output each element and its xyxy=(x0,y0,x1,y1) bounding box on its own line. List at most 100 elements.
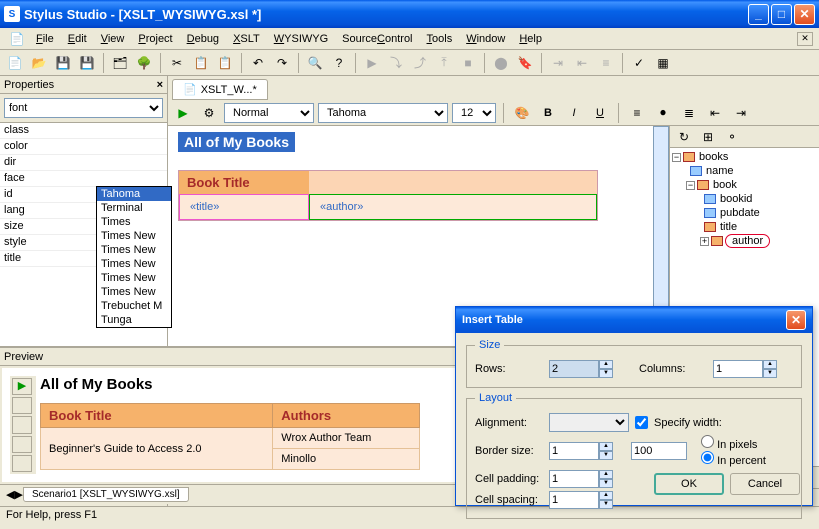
col-header-author[interactable] xyxy=(309,171,597,194)
app-menu-icon[interactable]: 📄 xyxy=(6,28,28,50)
cellspace-up[interactable]: ▲ xyxy=(599,491,613,500)
validate-icon[interactable]: ✓ xyxy=(628,52,650,74)
menu-sourcecontrol[interactable]: SourceControl xyxy=(336,31,418,47)
expand-book[interactable]: − xyxy=(686,181,695,190)
font-option[interactable]: Times New xyxy=(97,271,171,285)
font-option[interactable]: Times New xyxy=(97,243,171,257)
preview-scenario-tab[interactable]: Scenario1 [XSLT_WYSIWYG.xsl] xyxy=(23,487,189,502)
font-option[interactable]: Times New xyxy=(97,229,171,243)
prop-dir[interactable]: dir xyxy=(0,155,167,171)
template-field-author[interactable]: «author» xyxy=(309,194,597,220)
open-icon[interactable]: 📂 xyxy=(28,52,50,74)
project-icon[interactable]: 🗂 xyxy=(109,52,131,74)
indent2-icon[interactable]: ⇥ xyxy=(730,102,752,124)
tree-title[interactable]: title xyxy=(718,221,739,233)
tree-book[interactable]: book xyxy=(711,179,739,191)
tree-icon[interactable]: 🌳 xyxy=(133,52,155,74)
save-icon[interactable]: 💾 xyxy=(52,52,74,74)
break-icon[interactable]: ⬤ xyxy=(490,52,512,74)
find-icon[interactable]: 🔍 xyxy=(304,52,326,74)
pv-browser-icon[interactable] xyxy=(12,397,32,414)
stepover-icon[interactable]: ⤴ xyxy=(409,52,431,74)
bookmark-icon[interactable]: 🔖 xyxy=(514,52,536,74)
run-icon[interactable]: ▶ xyxy=(361,52,383,74)
stop-icon[interactable]: ■ xyxy=(457,52,479,74)
specify-width-checkbox[interactable] xyxy=(635,416,648,429)
border-up[interactable]: ▲ xyxy=(599,442,613,451)
cols-down[interactable]: ▼ xyxy=(763,369,777,378)
cancel-button[interactable]: Cancel xyxy=(730,473,800,495)
outdent-icon[interactable]: ⇤ xyxy=(571,52,593,74)
font-option[interactable]: Trebuchet M xyxy=(97,299,171,313)
document-tab[interactable]: 📄 XSLT_W...* xyxy=(172,79,268,100)
menu-tools[interactable]: Tools xyxy=(421,31,459,47)
tree-refresh-icon[interactable]: ↻ xyxy=(673,126,695,148)
output-icon[interactable]: ▦ xyxy=(652,52,674,74)
paste-icon[interactable]: 📋 xyxy=(214,52,236,74)
underline-icon[interactable]: U xyxy=(589,102,611,124)
align-icon[interactable]: ≡ xyxy=(595,52,617,74)
minimize-button[interactable]: _ xyxy=(748,4,769,25)
width-input[interactable] xyxy=(631,442,687,460)
properties-close-icon[interactable]: × xyxy=(157,79,163,91)
menu-view[interactable]: View xyxy=(95,31,131,47)
scenario-icon[interactable]: ⚙ xyxy=(198,102,220,124)
menu-help[interactable]: Help xyxy=(513,31,548,47)
bold-icon[interactable]: B xyxy=(537,102,559,124)
numlist-icon[interactable]: ≣ xyxy=(678,102,700,124)
cellpad-down[interactable]: ▼ xyxy=(599,479,613,488)
prop-face[interactable]: face xyxy=(0,171,167,187)
cellpad-input[interactable] xyxy=(549,470,599,488)
help-icon[interactable]: ? xyxy=(328,52,350,74)
rows-input[interactable] xyxy=(549,360,599,378)
template-field-title[interactable]: «title» xyxy=(179,194,309,220)
stepout-icon[interactable]: ⤒ xyxy=(433,52,455,74)
menu-debug[interactable]: Debug xyxy=(181,31,225,47)
col-header-title[interactable]: Book Title xyxy=(179,171,309,194)
pv-export-icon[interactable] xyxy=(12,436,32,453)
properties-selector[interactable]: font xyxy=(4,98,163,118)
border-input[interactable] xyxy=(549,442,599,460)
tree-filter-icon[interactable]: ⚬ xyxy=(721,126,743,148)
rows-down[interactable]: ▼ xyxy=(599,369,613,378)
font-option[interactable]: Tahoma xyxy=(97,187,171,201)
tree-author[interactable]: author xyxy=(725,234,770,248)
copy-icon[interactable]: 📋 xyxy=(190,52,212,74)
cols-input[interactable] xyxy=(713,360,763,378)
cut-icon[interactable]: ✂ xyxy=(166,52,188,74)
menu-xslt[interactable]: XSLT xyxy=(227,31,266,47)
close-button[interactable]: ✕ xyxy=(794,4,815,25)
font-option[interactable]: Terminal xyxy=(97,201,171,215)
dialog-close-button[interactable]: ✕ xyxy=(786,310,806,330)
font-option[interactable]: Tunga xyxy=(97,313,171,327)
font-select[interactable]: Tahoma xyxy=(318,103,448,123)
pv-run-icon[interactable]: ▶ xyxy=(12,378,32,395)
tree-expand-icon[interactable]: ⊞ xyxy=(697,126,719,148)
font-option[interactable]: Times xyxy=(97,215,171,229)
bullet-icon[interactable]: ⦁ xyxy=(652,102,674,124)
ok-button[interactable]: OK xyxy=(654,473,724,495)
font-option[interactable]: Times New xyxy=(97,285,171,299)
border-down[interactable]: ▼ xyxy=(599,451,613,460)
preview-tab-right[interactable]: ▶ xyxy=(14,488,22,501)
fontcolor-icon[interactable]: 🎨 xyxy=(511,102,533,124)
new-icon[interactable]: 📄 xyxy=(4,52,26,74)
fontsize-select[interactable]: 12 xyxy=(452,103,496,123)
cellspace-input[interactable] xyxy=(549,491,599,509)
tree-name[interactable]: name xyxy=(704,165,736,177)
tree-pubdate[interactable]: pubdate xyxy=(718,207,762,219)
redo-icon[interactable]: ↷ xyxy=(271,52,293,74)
style-select[interactable]: Normal xyxy=(224,103,314,123)
outdent2-icon[interactable]: ⇤ xyxy=(704,102,726,124)
expand-books[interactable]: − xyxy=(672,153,681,162)
menu-project[interactable]: Project xyxy=(132,31,178,47)
italic-icon[interactable]: I xyxy=(563,102,585,124)
menu-window[interactable]: Window xyxy=(460,31,511,47)
cellspace-down[interactable]: ▼ xyxy=(599,500,613,509)
step-icon[interactable]: ⤵ xyxy=(385,52,407,74)
doc-heading[interactable]: All of My Books xyxy=(178,132,295,152)
document-close-button[interactable]: ✕ xyxy=(797,32,813,46)
rows-up[interactable]: ▲ xyxy=(599,360,613,369)
prop-color[interactable]: color xyxy=(0,139,167,155)
indent-icon[interactable]: ⇥ xyxy=(547,52,569,74)
